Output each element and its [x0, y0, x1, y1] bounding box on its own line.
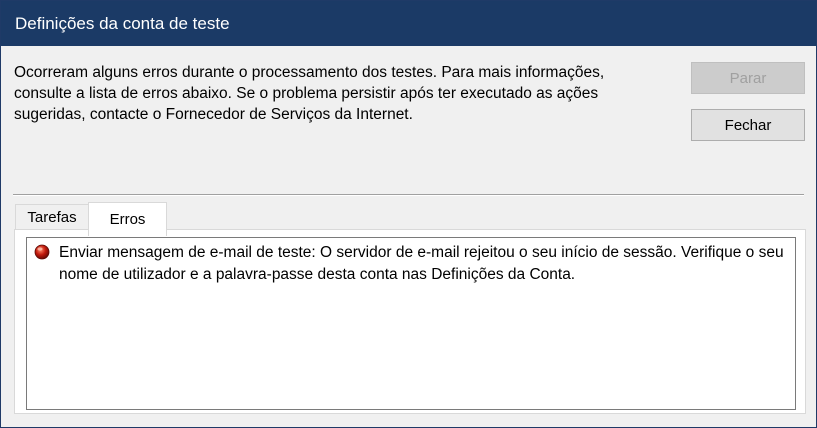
title-bar[interactable]: Definições da conta de teste — [1, 1, 816, 46]
error-icon — [34, 244, 50, 260]
tab-panel: Enviar mensagem de e-mail de teste: O se… — [14, 229, 806, 414]
tab-errors[interactable]: Erros — [88, 202, 167, 236]
dialog-window: Definições da conta de teste Ocorreram a… — [0, 0, 817, 428]
status-message: Ocorreram alguns erros durante o process… — [14, 64, 605, 123]
separator — [13, 194, 804, 196]
tab-tasks[interactable]: Tarefas — [15, 204, 89, 230]
error-message: Enviar mensagem de e-mail de teste: O se… — [59, 244, 784, 283]
close-button[interactable]: Fechar — [691, 109, 805, 141]
stop-button[interactable]: Parar — [691, 62, 805, 94]
window-title: Definições da conta de teste — [15, 14, 230, 33]
errors-list[interactable]: Enviar mensagem de e-mail de teste: O se… — [26, 237, 796, 410]
